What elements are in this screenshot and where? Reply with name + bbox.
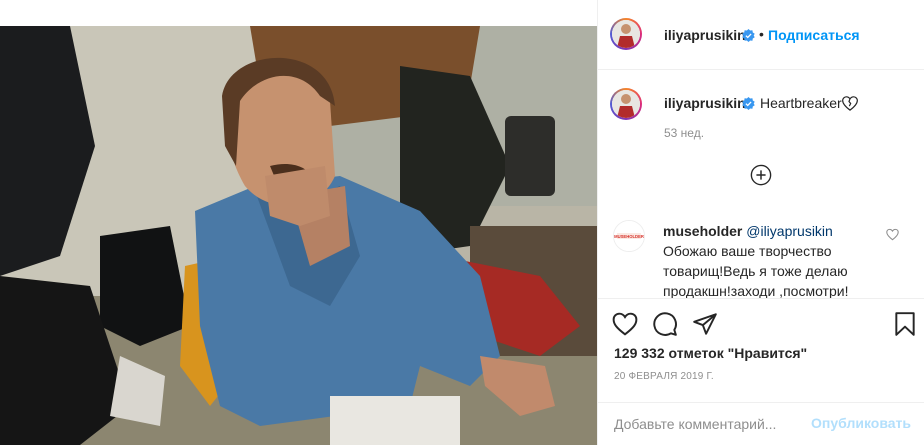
comment-text: Обожаю ваше творчество товарищ!Ведь я то… bbox=[663, 243, 849, 299]
commenter-avatar-logo: MUSEHOLDER bbox=[614, 234, 644, 239]
commenter-avatar[interactable]: MUSEHOLDER bbox=[613, 220, 645, 252]
caption-text: Heartbreaker bbox=[760, 95, 842, 111]
post-date: 20 ФЕВРАЛЯ 2019 Г. bbox=[614, 371, 714, 382]
publish-button[interactable]: Опубликовать bbox=[811, 415, 911, 431]
caption-avatar-image bbox=[612, 90, 640, 118]
comment-mention[interactable]: @iliyaprusikin bbox=[746, 223, 833, 239]
heart-icon[interactable] bbox=[612, 311, 638, 337]
comment-compose: Опубликовать bbox=[598, 402, 924, 445]
post-photo[interactable] bbox=[0, 26, 597, 445]
caption-author-avatar[interactable] bbox=[610, 88, 642, 120]
comment-like-heart-icon[interactable] bbox=[886, 228, 899, 241]
comment-body: museholder @iliyaprusikin Обожаю ваше тв… bbox=[663, 221, 881, 301]
verified-badge-icon bbox=[742, 29, 755, 42]
author-avatar[interactable] bbox=[610, 18, 642, 50]
broken-heart-icon bbox=[842, 96, 858, 111]
comment-username[interactable]: museholder bbox=[663, 223, 742, 239]
post-header: iliyaprusikin • Подписаться bbox=[598, 0, 924, 70]
post-sidebar: iliyaprusikin • Подписаться iliyaprusiki… bbox=[597, 0, 924, 445]
comment-input[interactable] bbox=[614, 413, 814, 435]
caption-username[interactable]: iliyaprusikin bbox=[664, 95, 746, 111]
bookmark-icon[interactable] bbox=[892, 311, 918, 337]
caption-time: 53 нед. bbox=[664, 126, 705, 140]
speech-bubble-icon[interactable] bbox=[652, 311, 678, 337]
author-avatar-image bbox=[612, 20, 640, 48]
commenter-avatar-image: MUSEHOLDER bbox=[614, 221, 644, 251]
follow-button[interactable]: Подписаться bbox=[768, 27, 860, 43]
likes-count[interactable]: 129 332 отметок "Нравится" bbox=[614, 345, 807, 361]
plus-circle-icon[interactable] bbox=[750, 164, 772, 186]
paper-plane-icon[interactable] bbox=[692, 311, 718, 337]
post-actions: 129 332 отметок "Нравится" 20 ФЕВРАЛЯ 20… bbox=[598, 298, 924, 402]
separator-dot: • bbox=[759, 26, 764, 42]
post-photo-image bbox=[0, 26, 597, 445]
author-username[interactable]: iliyaprusikin bbox=[664, 27, 746, 43]
verified-badge-icon bbox=[742, 97, 755, 110]
